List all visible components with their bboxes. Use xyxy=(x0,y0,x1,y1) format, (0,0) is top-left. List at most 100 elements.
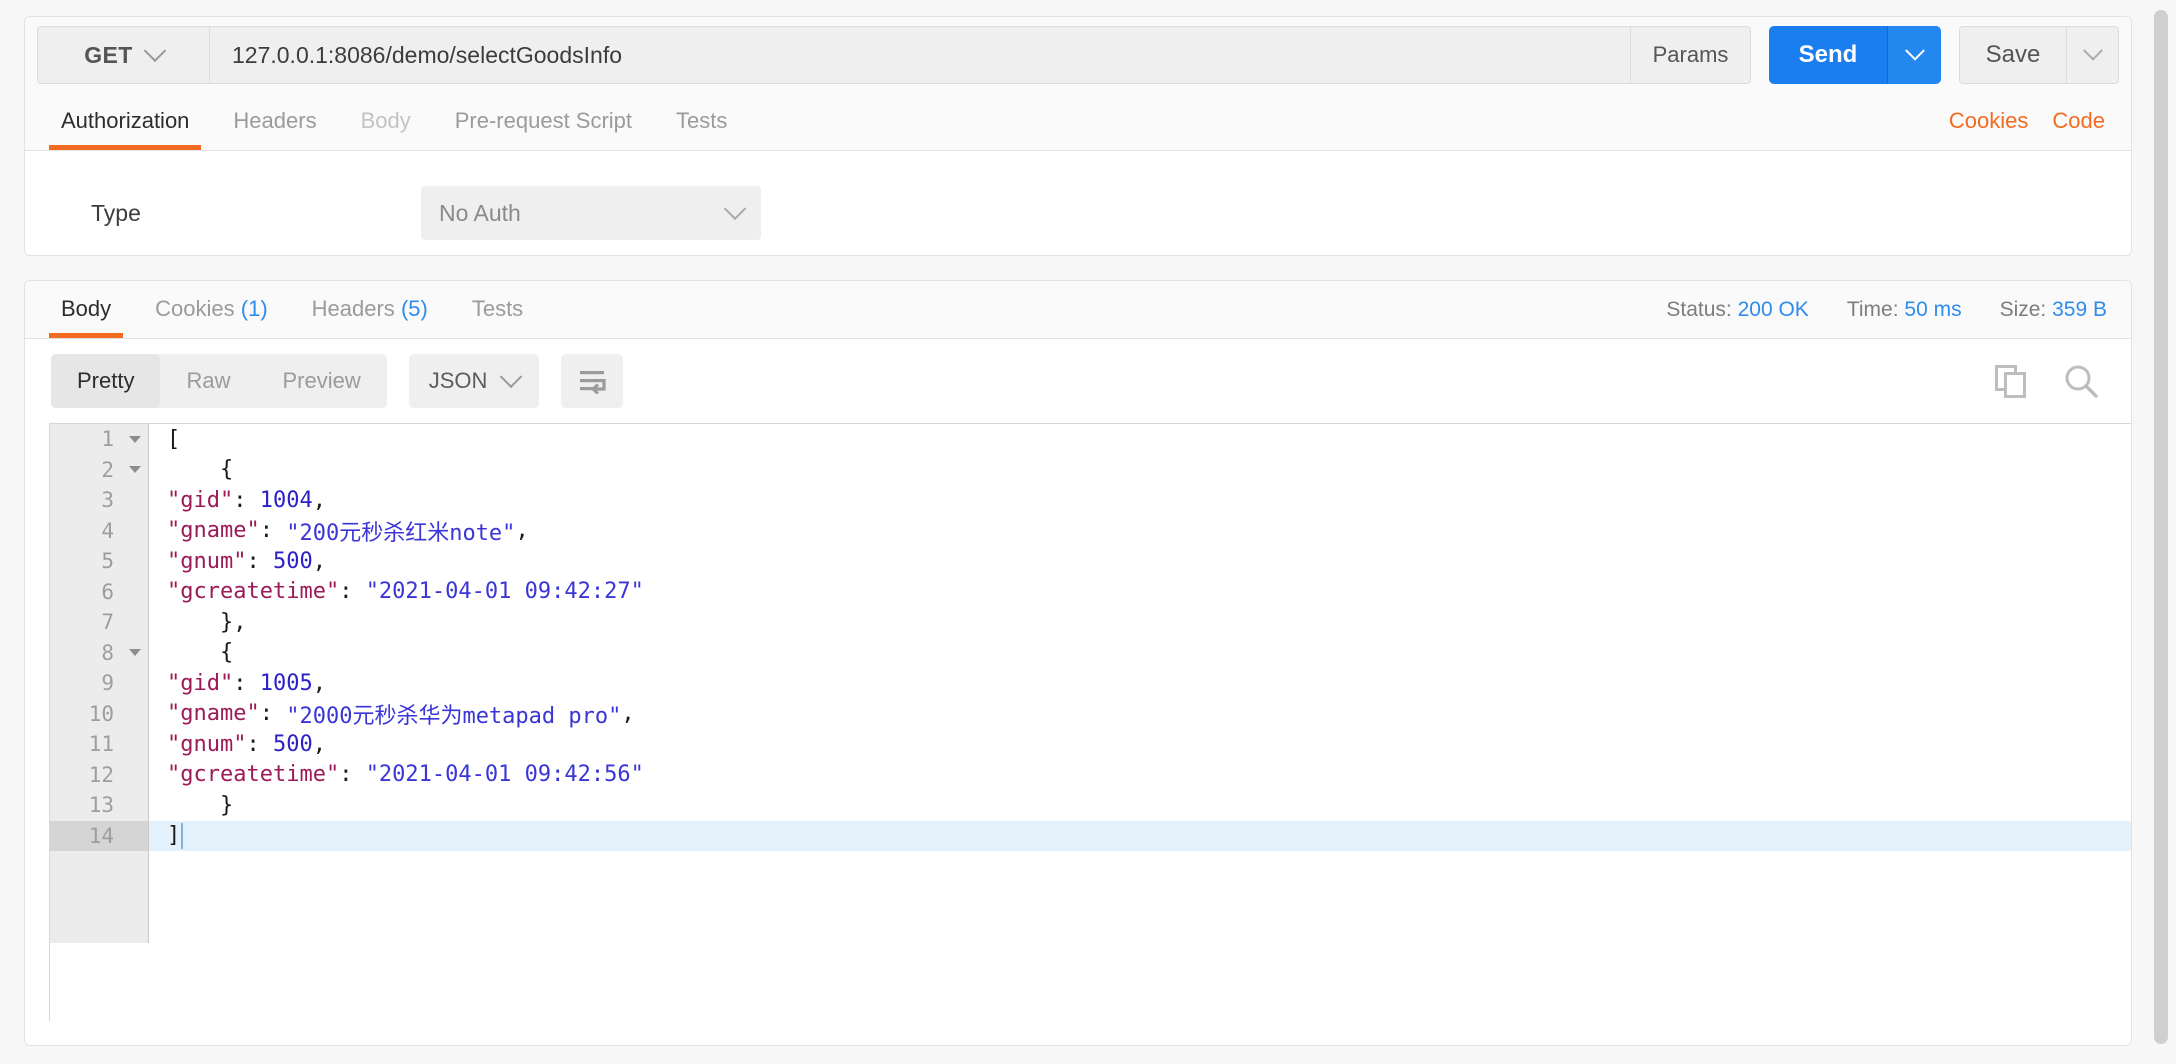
editor-empty-row xyxy=(50,881,2131,912)
response-tab-headers[interactable]: Headers (5) xyxy=(290,296,450,338)
tab-tests[interactable]: Tests xyxy=(654,108,749,150)
view-mode-raw[interactable]: Raw xyxy=(160,354,256,408)
tab-label: Tests xyxy=(676,108,728,133)
fold-spacer xyxy=(122,485,148,516)
tab-pre-request-script[interactable]: Pre-request Script xyxy=(433,108,654,150)
response-body-toolbar: Pretty Raw Preview JSON xyxy=(25,339,2131,423)
search-icon xyxy=(2065,365,2098,398)
tab-headers[interactable]: Headers xyxy=(211,108,338,150)
code-line-text: "gid": 1004, xyxy=(148,485,2131,516)
params-button[interactable]: Params xyxy=(1630,27,1750,83)
fold-toggle-icon[interactable] xyxy=(122,454,148,485)
line-number: 9 xyxy=(50,668,122,699)
tab-label: Pre-request Script xyxy=(454,108,633,133)
save-button[interactable]: Save xyxy=(1960,27,2066,83)
response-body-editor[interactable]: 1[2 {3 "gid": 1004, 4 "gname": "200元秒杀红米n… xyxy=(49,423,2131,1021)
code-line[interactable]: 6 "gcreatetime": "2021-04-01 09:42:27" xyxy=(50,576,2131,607)
code-line[interactable]: 2 { xyxy=(50,454,2131,485)
copy-button[interactable] xyxy=(1993,363,2029,399)
auth-type-select[interactable]: No Auth xyxy=(421,186,761,240)
status-value: 200 OK xyxy=(1737,298,1809,321)
postman-window: GET Params Send Save xyxy=(0,0,2176,1064)
response-toolbar-actions xyxy=(1993,363,2105,399)
page-scrollbar[interactable] xyxy=(2154,10,2168,1054)
code-line[interactable]: 7 }, xyxy=(50,607,2131,638)
code-line[interactable]: 4 "gname": "200元秒杀红米note", xyxy=(50,515,2131,546)
view-mode-label: Pretty xyxy=(77,368,135,393)
response-format-select[interactable]: JSON xyxy=(408,354,540,408)
send-options-button[interactable] xyxy=(1887,26,1941,84)
send-button[interactable]: Send xyxy=(1769,26,1887,84)
code-line[interactable]: 9 "gid": 1005, xyxy=(50,668,2131,699)
wrap-lines-button[interactable] xyxy=(561,354,624,408)
auth-type-label: Type xyxy=(91,199,141,226)
chevron-down-icon xyxy=(1904,40,1925,61)
code-line[interactable]: 10 "gname": "2000元秒杀华为metapad pro", xyxy=(50,698,2131,729)
line-number: 6 xyxy=(50,576,122,607)
chevron-down-icon xyxy=(723,197,747,221)
time-value: 50 ms xyxy=(1904,298,1962,321)
fold-toggle-icon[interactable] xyxy=(122,424,148,455)
cookies-link[interactable]: Cookies xyxy=(1949,108,2028,134)
response-tab-tests[interactable]: Tests xyxy=(450,296,545,338)
fold-toggle-icon[interactable] xyxy=(122,637,148,668)
url-input-group: GET Params xyxy=(37,26,1751,84)
fold-spacer xyxy=(122,668,148,699)
size-meta: Size: 359 B xyxy=(2000,298,2107,322)
tab-authorization[interactable]: Authorization xyxy=(39,108,211,150)
view-mode-pretty[interactable]: Pretty xyxy=(51,354,161,408)
send-label: Send xyxy=(1798,41,1858,68)
send-button-group: Send xyxy=(1769,26,1941,84)
fold-spacer xyxy=(122,729,148,760)
request-tabs-links: Cookies Code xyxy=(1949,108,2131,150)
chevron-down-icon xyxy=(2082,40,2103,61)
line-number: 13 xyxy=(50,790,122,821)
search-button[interactable] xyxy=(2063,363,2099,399)
tab-body[interactable]: Body xyxy=(339,108,433,150)
tab-label: Tests xyxy=(471,296,524,321)
scrollbar-thumb[interactable] xyxy=(2154,10,2168,1044)
code-line[interactable]: 14] xyxy=(50,820,2131,851)
gutter-filler xyxy=(50,912,148,943)
copy-icon xyxy=(1995,365,2026,398)
http-method-selector[interactable]: GET xyxy=(38,27,210,83)
response-tab-cookies[interactable]: Cookies (1) xyxy=(133,296,290,338)
code-link[interactable]: Code xyxy=(2052,108,2105,134)
request-tabs: Authorization Headers Body Pre-request S… xyxy=(25,93,2131,151)
tab-label: Headers xyxy=(233,108,317,133)
tab-count: (1) xyxy=(240,296,268,321)
gutter-filler xyxy=(50,851,148,882)
auth-type-value: No Auth xyxy=(439,199,521,226)
wrap-lines-icon xyxy=(580,371,607,394)
code-line[interactable]: 13 } xyxy=(50,790,2131,821)
line-number: 3 xyxy=(50,485,122,516)
line-number: 1 xyxy=(50,424,122,455)
fold-spacer xyxy=(122,790,148,821)
view-mode-label: Raw xyxy=(186,368,231,393)
url-bar-row: GET Params Send Save xyxy=(25,17,2131,93)
authorization-panel: Type No Auth xyxy=(25,151,2131,255)
line-number: 11 xyxy=(50,729,122,760)
chevron-down-icon xyxy=(143,39,167,63)
code-line[interactable]: 1[ xyxy=(50,424,2131,455)
save-options-button[interactable] xyxy=(2066,27,2118,83)
request-url-input[interactable] xyxy=(210,27,1630,83)
save-label: Save xyxy=(1985,41,2041,68)
code-line[interactable]: 3 "gid": 1004, xyxy=(50,485,2131,516)
code-line-text: "gcreatetime": "2021-04-01 09:42:56" xyxy=(148,759,2131,790)
code-line[interactable]: 12 "gcreatetime": "2021-04-01 09:42:56" xyxy=(50,759,2131,790)
response-meta: Status: 200 OK Time: 50 ms Size: 359 B xyxy=(1666,298,2131,338)
code-line[interactable]: 11 "gnum": 500, xyxy=(50,729,2131,760)
fold-spacer xyxy=(122,698,148,729)
params-label: Params xyxy=(1652,42,1729,67)
code-line-text: "gnum": 500, xyxy=(148,546,2131,577)
code-line[interactable]: 5 "gnum": 500, xyxy=(50,546,2131,577)
response-tab-body[interactable]: Body xyxy=(39,296,133,338)
status-meta: Status: 200 OK xyxy=(1666,298,1808,322)
view-mode-preview[interactable]: Preview xyxy=(256,354,386,408)
code-line-text: [ xyxy=(148,424,2131,455)
response-format-value: JSON xyxy=(428,368,488,393)
editor-empty-row xyxy=(50,912,2131,943)
tab-label: Body xyxy=(61,296,112,321)
code-line[interactable]: 8 { xyxy=(50,637,2131,668)
